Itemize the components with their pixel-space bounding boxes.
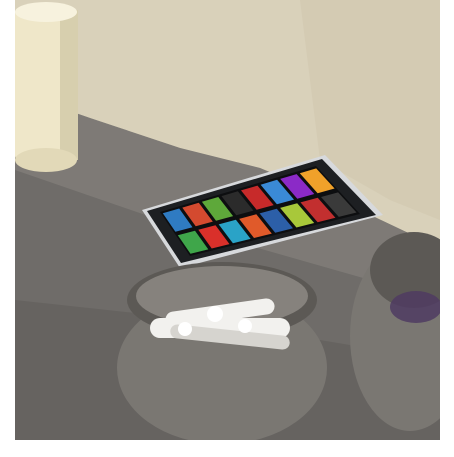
ceramic-cup [15, 2, 78, 172]
photo-svg [0, 0, 454, 457]
stone-bowl-left [117, 262, 327, 444]
product-photo-scene [0, 0, 454, 457]
border-left [0, 0, 15, 457]
border-bottom [0, 440, 454, 457]
